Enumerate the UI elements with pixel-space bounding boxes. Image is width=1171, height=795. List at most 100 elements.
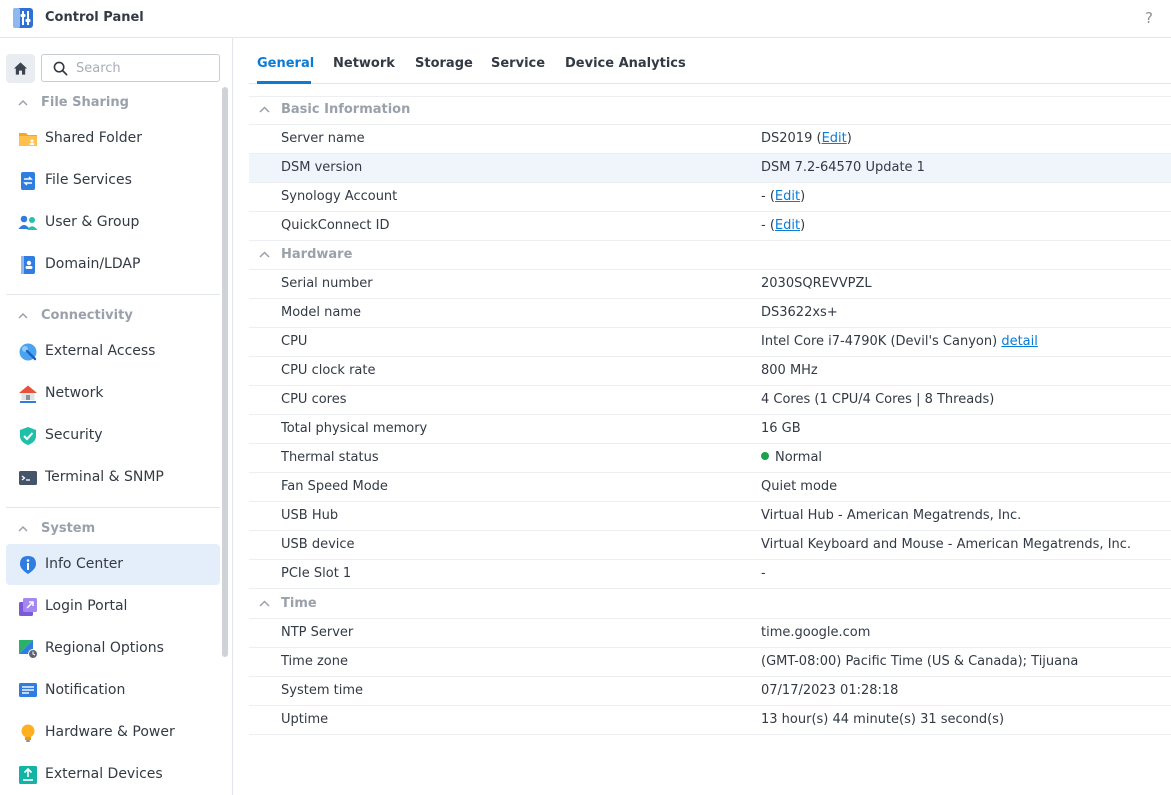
cpu-value: Intel Core i7-4790K (Devil's Canyon) — [761, 334, 998, 349]
info-row-usb-hub: USB Hub Virtual Hub - American Megatrend… — [249, 502, 1171, 531]
tab-service[interactable]: Service — [491, 56, 545, 71]
info-label: Synology Account — [281, 189, 398, 204]
search-icon — [53, 61, 68, 76]
sidebar-item-label: Hardware & Power — [45, 724, 175, 740]
info-row-dsm-version: DSM version DSM 7.2-64570 Update 1 — [249, 154, 1171, 183]
chevron-up-icon — [18, 99, 28, 106]
tab-storage[interactable]: Storage — [415, 56, 473, 71]
info-value: Virtual Keyboard and Mouse - American Me… — [761, 537, 1132, 552]
edit-account-link[interactable]: Edit — [775, 189, 800, 204]
help-button[interactable]: ? — [1145, 9, 1153, 27]
section-hardware[interactable]: Hardware — [249, 241, 1171, 270]
sidebar: File Sharing Shared Folder File Services… — [0, 38, 233, 795]
sidebar-item-hardware-power[interactable]: Hardware & Power — [6, 712, 220, 753]
sidebar-item-label: Regional Options — [45, 640, 164, 656]
sidebar-item-notification[interactable]: Notification — [6, 670, 220, 711]
cpu-detail-link[interactable]: detail — [1001, 334, 1038, 349]
search-input[interactable] — [76, 59, 211, 77]
info-value: DSM 7.2-64570 Update 1 — [761, 160, 925, 175]
edit-server-name-link[interactable]: Edit — [822, 131, 847, 146]
info-label: DSM version — [281, 160, 363, 175]
info-value: DS2019 (Edit) — [761, 131, 852, 146]
sidebar-item-label: Info Center — [45, 556, 124, 572]
info-label: Thermal status — [281, 450, 379, 465]
sidebar-item-network[interactable]: Network — [6, 373, 220, 414]
info-value: 07/17/2023 01:28:18 — [761, 683, 899, 698]
group-file-sharing[interactable]: File Sharing — [18, 92, 129, 112]
title-bar: Control Panel ? — [0, 0, 1171, 38]
info-row-quickconnect-id: QuickConnect ID - (Edit) — [249, 212, 1171, 241]
section-time[interactable]: Time — [249, 590, 1171, 619]
control-panel-app-icon — [13, 8, 33, 28]
home-button[interactable] — [6, 54, 35, 83]
sidebar-item-label: User & Group — [45, 214, 140, 230]
sidebar-item-domain-ldap[interactable]: Domain/LDAP — [6, 244, 220, 285]
sidebar-item-file-services[interactable]: File Services — [6, 160, 220, 201]
info-row-server-name: Server name DS2019 (Edit) — [249, 125, 1171, 154]
globe-icon — [19, 343, 37, 361]
tab-bar: General Network Storage Service Device A… — [249, 38, 1171, 84]
info-label: CPU cores — [281, 392, 347, 407]
info-label: Fan Speed Mode — [281, 479, 388, 494]
sidebar-item-label: Terminal & SNMP — [45, 469, 164, 485]
info-value: - (Edit) — [761, 218, 806, 233]
info-label: CPU — [281, 334, 308, 349]
sidebar-item-info-center[interactable]: Info Center — [6, 544, 220, 585]
sidebar-item-user-group[interactable]: User & Group — [6, 202, 220, 243]
info-value: Normal — [761, 450, 822, 465]
info-value: 2030SQREVVPZL — [761, 276, 872, 291]
chevron-up-icon — [259, 251, 270, 258]
edit-quickconnect-link[interactable]: Edit — [775, 218, 800, 233]
sidebar-item-login-portal[interactable]: Login Portal — [6, 586, 220, 627]
info-row-model-name: Model name DS3622xs+ — [249, 299, 1171, 328]
info-value: Intel Core i7-4790K (Devil's Canyon) det… — [761, 334, 1038, 349]
info-row-serial-number: Serial number 2030SQREVVPZL — [249, 270, 1171, 299]
info-row-thermal-status: Thermal status Normal — [249, 444, 1171, 473]
sidebar-item-terminal-snmp[interactable]: Terminal & SNMP — [6, 457, 220, 498]
sidebar-item-security[interactable]: Security — [6, 415, 220, 456]
chevron-up-icon — [259, 600, 270, 607]
info-label: USB device — [281, 537, 355, 552]
info-row-fan-speed-mode: Fan Speed Mode Quiet mode — [249, 473, 1171, 502]
section-basic-information[interactable]: Basic Information — [249, 96, 1171, 125]
group-connectivity[interactable]: Connectivity — [18, 305, 133, 325]
sidebar-item-external-devices[interactable]: External Devices — [6, 754, 220, 795]
tab-general[interactable]: General — [257, 56, 314, 71]
info-value: Quiet mode — [761, 479, 838, 494]
info-label: NTP Server — [281, 625, 354, 640]
tab-network[interactable]: Network — [333, 56, 395, 71]
sidebar-item-shared-folder[interactable]: Shared Folder — [6, 118, 220, 159]
info-row-time-zone: Time zone (GMT-08:00) Pacific Time (US &… — [249, 648, 1171, 677]
sidebar-item-label: Domain/LDAP — [45, 256, 141, 272]
chevron-up-icon — [18, 312, 28, 319]
file-services-icon — [21, 172, 35, 190]
info-value: 16 GB — [761, 421, 801, 436]
info-row-total-memory: Total physical memory 16 GB — [249, 415, 1171, 444]
info-icon — [20, 556, 36, 574]
group-label: Connectivity — [41, 307, 133, 323]
sidebar-item-regional-options[interactable]: Regional Options — [6, 628, 220, 669]
info-row-ntp-server: NTP Server time.google.com — [249, 619, 1171, 648]
window-title: Control Panel — [45, 10, 144, 25]
info-value: DS3622xs+ — [761, 305, 838, 320]
sidebar-item-external-access[interactable]: External Access — [6, 331, 220, 372]
search-box[interactable] — [41, 54, 220, 82]
info-label: CPU clock rate — [281, 363, 376, 378]
group-system[interactable]: System — [18, 518, 95, 538]
info-label: Uptime — [281, 712, 329, 727]
notification-icon — [19, 683, 37, 697]
info-label: PCIe Slot 1 — [281, 566, 352, 581]
home-icon — [13, 62, 28, 75]
sidebar-item-label: External Access — [45, 343, 156, 359]
sidebar-scrollbar[interactable] — [222, 87, 228, 657]
chevron-up-icon — [18, 525, 28, 532]
info-label: QuickConnect ID — [281, 218, 390, 233]
info-row-usb-device: USB device Virtual Keyboard and Mouse - … — [249, 531, 1171, 560]
folder-icon — [19, 133, 37, 146]
info-label: USB Hub — [281, 508, 339, 523]
sidebar-item-label: Security — [45, 427, 103, 443]
section-title: Basic Information — [281, 102, 411, 117]
tab-device-analytics[interactable]: Device Analytics — [565, 56, 686, 71]
info-row-cpu: CPU Intel Core i7-4790K (Devil's Canyon)… — [249, 328, 1171, 357]
sidebar-item-label: File Services — [45, 172, 132, 188]
